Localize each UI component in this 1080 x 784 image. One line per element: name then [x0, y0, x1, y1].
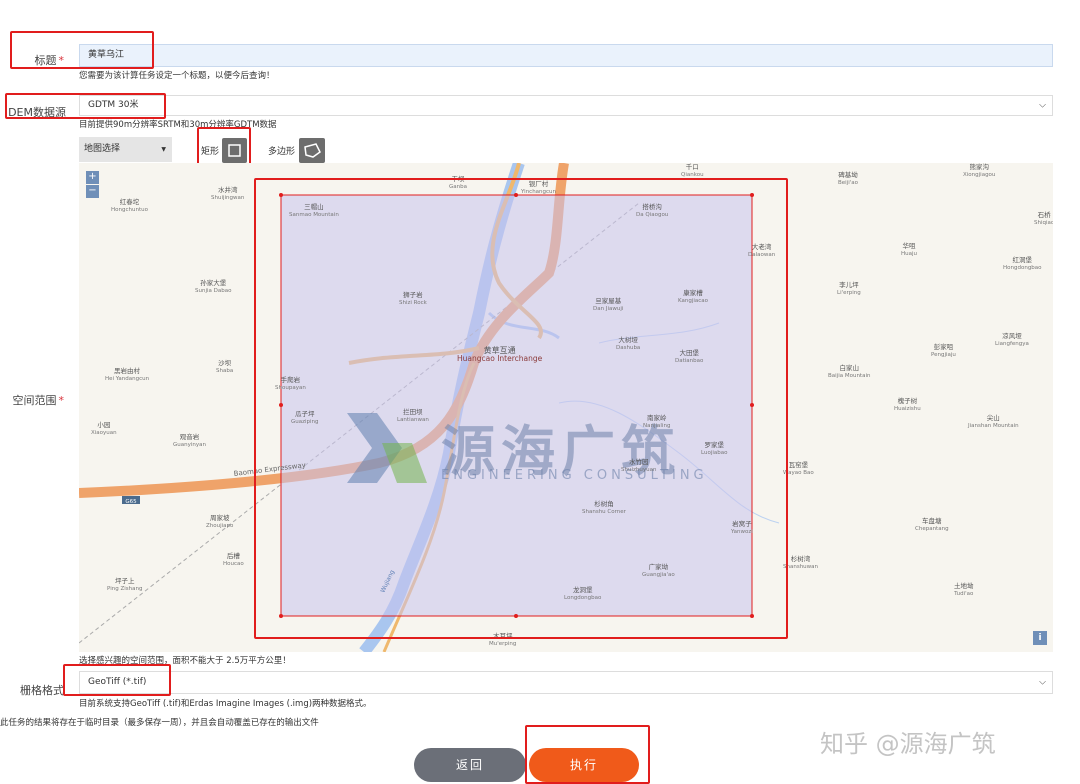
map-place: 土地坳 Tudi'ao — [954, 582, 974, 597]
polygon-tool-button[interactable] — [299, 138, 325, 163]
footer-watermark: 知乎 @源海广筑 — [820, 730, 996, 758]
map-place: 凉风垭 Liangfengya — [995, 332, 1029, 347]
basemap-select[interactable]: 地图选择 ▼ — [79, 137, 172, 162]
highlight-map-selection — [254, 178, 788, 639]
dem-select[interactable]: GDTM 30米 ⌵ — [79, 95, 1053, 116]
map-place: 红春坨 Hongchuntuo — [111, 198, 148, 213]
highlight-raster — [63, 664, 171, 696]
output-note: 此任务的结果将存在于临时目录（最多保存一周），并且会自动覆盖已存在的输出文件 — [0, 718, 319, 728]
map-place: 沙坝 Shaba — [216, 359, 234, 374]
map-place: 碑基坳 Beiji'ao — [838, 171, 858, 186]
map-place: 千口 Qiankou — [681, 163, 704, 178]
map-place: 杉树湾 Shanshuwan — [783, 555, 819, 570]
map-place: 华咀 Huaju — [901, 242, 918, 257]
caret-down-icon: ▼ — [161, 146, 166, 153]
map-place: 石桥 Shiqiao — [1034, 211, 1053, 226]
map-place: 黑岩由村 Hei Yandangcun — [105, 367, 150, 382]
chevron-down-icon: ⌵ — [1039, 677, 1046, 687]
map-place: 彭家咀 Pengjiaju — [931, 343, 956, 358]
map-place: 周家坡 Zhoujiapo — [206, 514, 234, 529]
polygon-tool-label: 多边形 — [268, 147, 296, 157]
highway-shield: G65 — [125, 499, 137, 505]
space-label-text: 空间范围 — [12, 394, 57, 407]
map-place: 坪子上 Ping Zishang — [107, 577, 143, 592]
info-button[interactable]: i — [1033, 631, 1047, 645]
map-place: 观音岩 Guanyinyan — [173, 433, 206, 448]
map-place: 车盘塘 Chepantang — [915, 517, 949, 532]
highlight-title — [10, 31, 154, 69]
highlight-run — [525, 725, 650, 784]
title-hint: 您需要为该计算任务设定一个标题，以便今后查询！ — [79, 71, 275, 81]
map-place: 熊家沟 Xiongjiagou — [963, 163, 996, 178]
map-place: 李儿坪 Li'erping — [837, 281, 861, 296]
map-place: 红洞堡 Hongdongbao — [1003, 256, 1042, 271]
polygon-icon — [304, 143, 321, 158]
map-place: 槐子树 Huaizishu — [894, 397, 921, 412]
map-place: 白家山 Baijia Mountain — [828, 364, 871, 379]
required-mark: * — [58, 394, 65, 407]
chevron-down-icon: ⌵ — [1039, 100, 1046, 110]
space-label: 空间范围 * — [0, 392, 65, 408]
raster-hint: 目前系统支持GeoTiff (.tif)和Erdas Imagine Image… — [79, 699, 372, 709]
raster-select[interactable]: GeoTiff (*.tif) ⌵ — [79, 671, 1053, 694]
map-place: 水井湾 Shuijingwan — [211, 186, 245, 201]
zoom-out-button[interactable]: − — [86, 185, 99, 198]
raster-label: 栅格格式 — [20, 684, 64, 697]
map-place: 小园 Xiaoyuan — [91, 421, 117, 436]
map-place: 尖山 Jianshan Mountain — [968, 414, 1019, 429]
title-input[interactable]: 黄草乌江 — [79, 44, 1053, 67]
highlight-dem — [5, 93, 166, 119]
map-place: 后槽 Houcao — [223, 552, 244, 567]
map-place: 孙家大堡 Sunjia Dabao — [195, 279, 232, 294]
zoom-in-button[interactable]: + — [86, 171, 99, 184]
back-button[interactable]: 返回 — [414, 748, 526, 782]
basemap-select-label: 地图选择 — [84, 144, 121, 154]
